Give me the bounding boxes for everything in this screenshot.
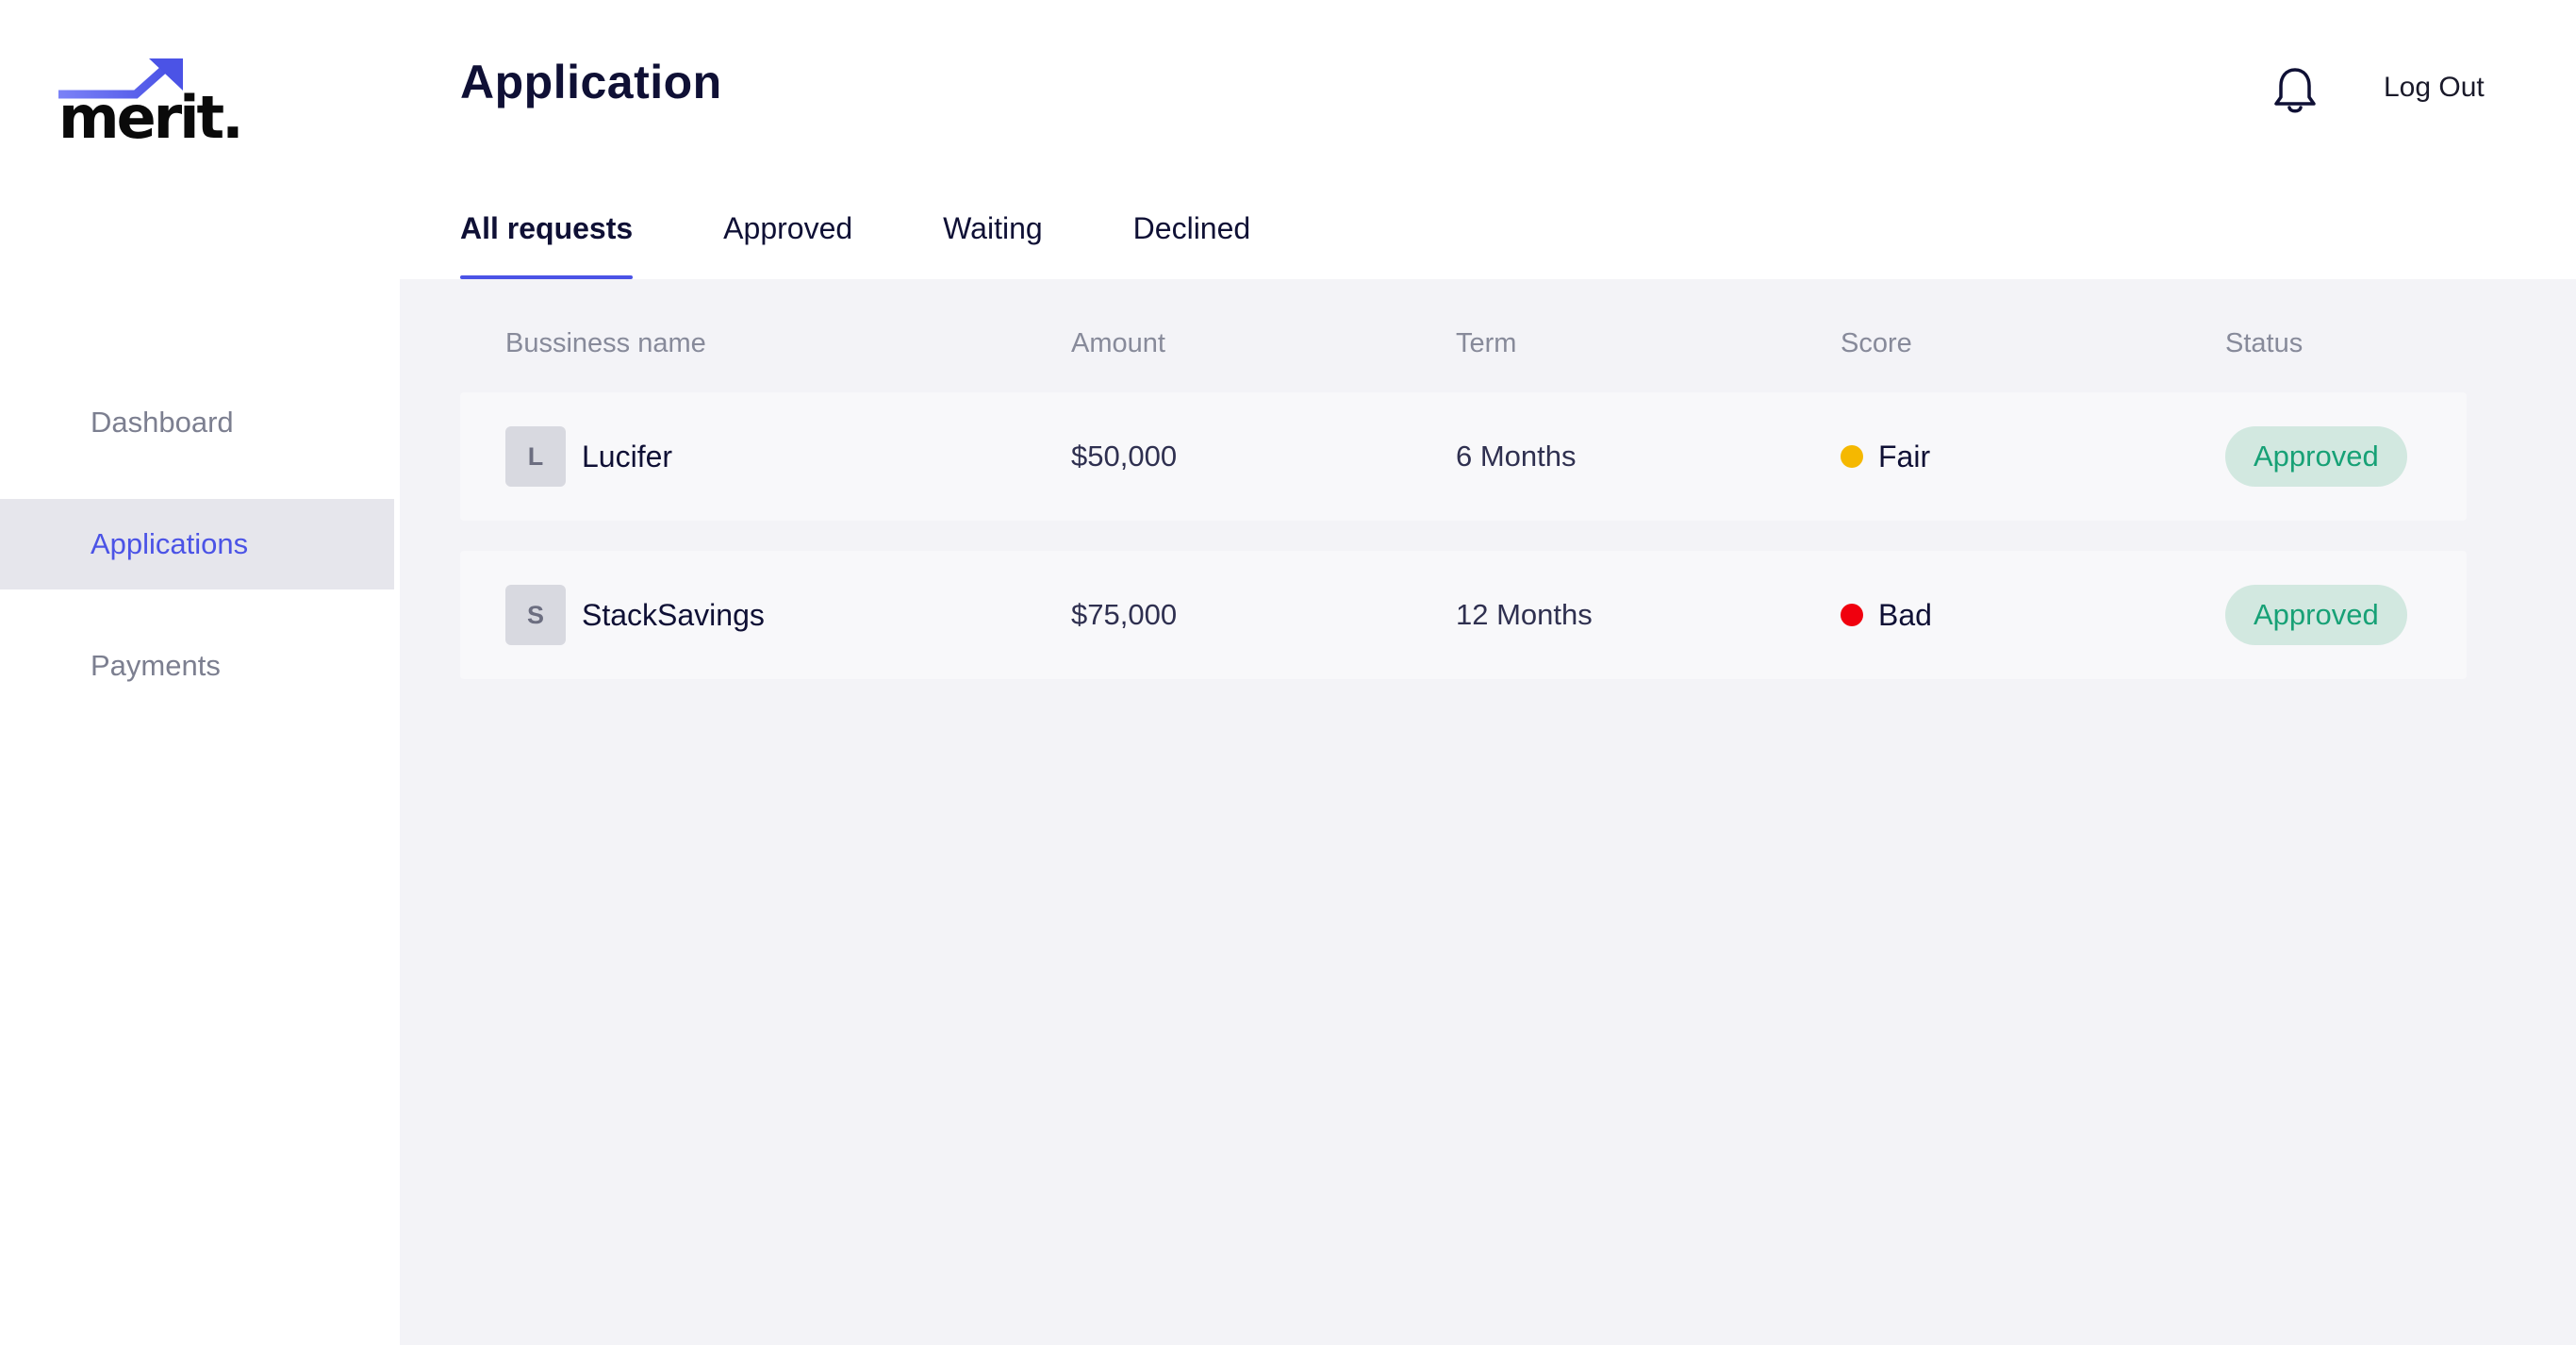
amount-cell: $75,000 [1071,598,1178,631]
score-cell: Fair [1841,392,1930,521]
applications-table: Bussiness name Amount Term Score Status … [460,279,2467,679]
avatar: L [505,426,566,487]
sidebar-item-payments[interactable]: Payments [0,621,394,711]
status-tabs: All requests Approved Waiting Declined [460,206,1341,279]
sidebar-item-label: Dashboard [91,406,234,439]
table-row[interactable]: S StackSavings $75,000 12 Months Bad App… [460,551,2467,679]
app-root: merit. Dashboard Applications Payments A… [0,0,2576,1345]
column-header-amount[interactable]: Amount [1071,328,1165,359]
page-title: Application [460,56,722,108]
business-cell: L Lucifer [505,392,672,521]
logout-button[interactable]: Log Out [2384,72,2485,104]
sidebar-item-label: Payments [91,649,221,682]
amount-cell: $50,000 [1071,440,1178,473]
column-header-score[interactable]: Score [1841,328,1912,359]
column-header-term[interactable]: Term [1456,328,1516,359]
score-label: Bad [1878,597,1932,632]
sidebar-nav: Dashboard Applications Payments [0,377,394,711]
sidebar-item-applications[interactable]: Applications [0,499,394,589]
score-label: Fair [1878,439,1931,473]
score-dot-icon [1841,604,1863,626]
merit-logo[interactable]: merit. [58,57,244,157]
score-cell: Bad [1841,551,1932,679]
tab-approved[interactable]: Approved [723,206,852,279]
business-name: StackSavings [582,597,765,632]
term-cell: 6 Months [1456,440,1577,473]
sidebar: merit. Dashboard Applications Payments [0,0,394,1345]
column-header-business-name[interactable]: Bussiness name [505,328,706,359]
tab-waiting[interactable]: Waiting [943,206,1043,279]
status-badge: Approved [2225,585,2407,645]
business-name: Lucifer [582,439,673,473]
avatar: S [505,585,566,645]
score-dot-icon [1841,445,1863,468]
tab-declined[interactable]: Declined [1133,206,1251,279]
tab-all-requests[interactable]: All requests [460,206,634,279]
sidebar-item-dashboard[interactable]: Dashboard [0,377,394,468]
column-header-status[interactable]: Status [2225,328,2303,359]
status-cell: Approved [2225,392,2407,521]
bell-icon[interactable] [2272,66,2318,115]
main-panel: Bussiness name Amount Term Score Status … [400,279,2576,1345]
status-cell: Approved [2225,551,2407,679]
table-row[interactable]: L Lucifer $50,000 6 Months Fair Approved [460,392,2467,521]
table-header: Bussiness name Amount Term Score Status [460,279,2467,392]
logo-wordmark: merit. [58,83,244,152]
sidebar-item-label: Applications [91,527,249,560]
business-cell: S StackSavings [505,551,765,679]
term-cell: 12 Months [1456,598,1593,631]
status-badge: Approved [2225,426,2407,487]
